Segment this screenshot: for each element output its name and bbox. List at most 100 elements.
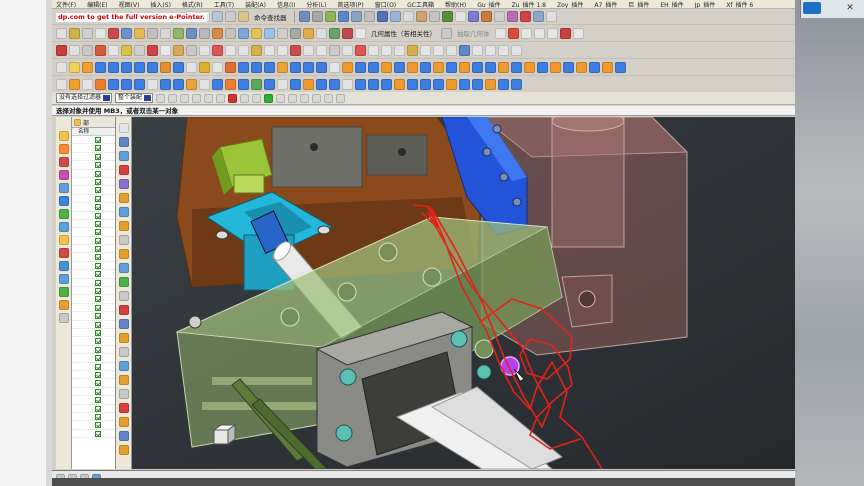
curve-rule-icon[interactable]: [324, 93, 334, 103]
drill-icon[interactable]: [251, 61, 262, 73]
assembly-navigator-icon[interactable]: [58, 131, 69, 141]
mold-cut-icon[interactable]: [277, 78, 288, 90]
visibility-checkbox[interactable]: [95, 397, 101, 404]
display-icon[interactable]: [428, 11, 440, 22]
visibility-checkbox[interactable]: [95, 137, 101, 143]
visibility-checkbox[interactable]: [95, 321, 101, 328]
palette-item-6-icon[interactable]: [118, 193, 129, 203]
history-icon[interactable]: [58, 209, 69, 219]
join-icon[interactable]: [147, 44, 158, 56]
menu-item-plugin-6[interactable]: EH_插件: [660, 0, 683, 9]
menu-item-preferences[interactable]: 首选项(P): [337, 0, 363, 9]
mold-runner-icon[interactable]: [147, 78, 158, 90]
navigator-row[interactable]: [72, 245, 115, 254]
visibility-checkbox[interactable]: [95, 288, 101, 295]
profile-icon[interactable]: [507, 27, 519, 39]
project-icon[interactable]: [134, 27, 145, 39]
cube-16-icon[interactable]: [511, 61, 522, 73]
split-icon[interactable]: [342, 27, 353, 39]
navigator-row[interactable]: [72, 144, 115, 153]
navigator-row[interactable]: [72, 388, 115, 397]
navigator-row[interactable]: [72, 161, 115, 170]
mold-family-icon[interactable]: [329, 78, 340, 90]
constraint-navigator-icon[interactable]: [58, 144, 69, 154]
subtract-icon[interactable]: [290, 27, 301, 39]
select-all-icon[interactable]: [168, 93, 178, 103]
cube-17-icon[interactable]: [524, 61, 535, 73]
mold-shrink-icon[interactable]: [290, 78, 301, 90]
bridge-icon[interactable]: [134, 44, 145, 56]
visibility-checkbox[interactable]: [95, 313, 101, 320]
palette-item-3-icon[interactable]: [118, 151, 129, 161]
pad-icon[interactable]: [407, 44, 418, 56]
mold-standard-icon[interactable]: [381, 78, 392, 90]
cavity-icon[interactable]: [199, 61, 210, 73]
wireframe-icon[interactable]: [389, 11, 401, 22]
visibility-checkbox[interactable]: [95, 338, 101, 345]
palette-item-1-icon[interactable]: [118, 123, 129, 133]
rectangle-icon[interactable]: [520, 27, 532, 39]
info-icon[interactable]: [545, 11, 557, 22]
visibility-checkbox[interactable]: [95, 355, 101, 362]
visibility-checkbox[interactable]: [95, 254, 101, 261]
cube-9-icon[interactable]: [420, 61, 431, 73]
visibility-checkbox[interactable]: [95, 405, 101, 412]
slot-icon[interactable]: [433, 44, 444, 56]
mold-workpiece-icon[interactable]: [303, 78, 314, 90]
palette-item-21-icon[interactable]: [118, 403, 129, 413]
frame-icon[interactable]: [329, 61, 340, 73]
hd3d-tools-icon[interactable]: [58, 183, 69, 193]
visibility-checkbox[interactable]: [95, 162, 101, 169]
mold-lock-icon[interactable]: [511, 78, 522, 90]
thread-icon[interactable]: [459, 44, 470, 56]
revolve-icon[interactable]: [186, 27, 197, 39]
navigator-row[interactable]: [72, 337, 115, 346]
visibility-checkbox[interactable]: [95, 388, 101, 395]
menu-item-tools[interactable]: 工具(T): [214, 0, 234, 9]
palette-item-8-icon[interactable]: [118, 221, 129, 231]
move-icon[interactable]: [199, 44, 210, 56]
cube-2-icon[interactable]: [303, 61, 314, 73]
grid-icon[interactable]: [493, 11, 505, 22]
tube-feature-icon[interactable]: [160, 61, 171, 73]
mold-bom-icon[interactable]: [199, 78, 210, 90]
rib-icon[interactable]: [446, 44, 457, 56]
palette-item-19-icon[interactable]: [118, 375, 129, 385]
end-point-icon[interactable]: [192, 93, 202, 103]
face-rule-icon[interactable]: [336, 93, 346, 103]
menu-item-plugin-1[interactable]: Gu_插件: [477, 0, 500, 9]
draft-icon[interactable]: [264, 44, 275, 56]
menu-item-edit[interactable]: 编辑(E): [87, 0, 107, 9]
navigator-row[interactable]: [72, 237, 115, 246]
corner-icon[interactable]: [342, 61, 353, 73]
trim-body-icon[interactable]: [303, 44, 314, 56]
navigator-row[interactable]: [72, 354, 115, 363]
palette-item-20-icon[interactable]: [118, 389, 129, 399]
visibility-checkbox[interactable]: [95, 212, 101, 219]
navigator-row[interactable]: [72, 379, 115, 388]
navigator-row[interactable]: [72, 203, 115, 212]
cube-19-icon[interactable]: [550, 61, 561, 73]
mold-plate-icon[interactable]: [459, 78, 470, 90]
circle-icon[interactable]: [533, 27, 545, 39]
visibility-checkbox[interactable]: [95, 195, 101, 202]
extrude-icon[interactable]: [173, 27, 184, 39]
menu-item-plugin-8[interactable]: Xf_插件 6: [726, 0, 753, 9]
counterbore-icon[interactable]: [264, 61, 275, 73]
web-browser-icon[interactable]: [58, 196, 69, 206]
menu-item-info[interactable]: 信息(I): [277, 0, 295, 9]
visibility-checkbox[interactable]: [95, 363, 101, 370]
navigator-row[interactable]: [72, 186, 115, 195]
assembly-filter-select[interactable]: 整个装配: [115, 93, 154, 103]
mold-drawing-icon[interactable]: [212, 78, 223, 90]
mirror-icon[interactable]: [264, 27, 275, 39]
shell-icon[interactable]: [238, 27, 249, 39]
wedge-icon[interactable]: [147, 61, 158, 73]
arc-center-icon[interactable]: [240, 93, 250, 103]
gusset-icon[interactable]: [225, 61, 236, 73]
visibility-checkbox[interactable]: [95, 422, 101, 429]
cube-6-icon[interactable]: [381, 61, 392, 73]
show-hide-icon[interactable]: [441, 11, 453, 22]
offset-icon[interactable]: [121, 27, 132, 39]
visibility-checkbox[interactable]: [95, 170, 101, 177]
